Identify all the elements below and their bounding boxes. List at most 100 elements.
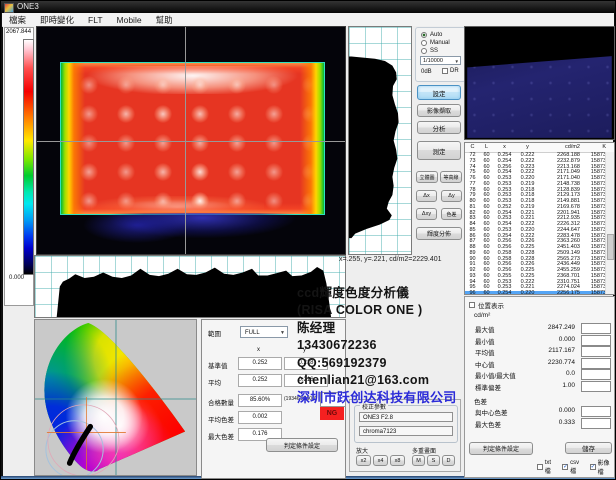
judge-condition-button-2[interactable]: 判定條件設定 — [266, 438, 338, 452]
shutter-select[interactable]: 1/10000 ▼ — [420, 56, 461, 65]
column-header-x: x — [257, 347, 260, 353]
solid-view-button[interactable]: 立體圖 — [416, 171, 438, 183]
header-C: C — [465, 143, 480, 152]
judgement-panel: 範圍 FULL ▼ x y 基準值 0.252 0.218 平均 0.252 0… — [201, 319, 346, 479]
zoom-x8-button[interactable]: x8 — [390, 455, 405, 466]
title-bar[interactable]: ONE3 — [1, 1, 615, 13]
stat-threshold-box[interactable] — [581, 381, 611, 392]
radio-label: SS — [430, 48, 438, 54]
menu-item-2[interactable]: FLT — [81, 15, 109, 25]
stat-threshold-box[interactable] — [581, 358, 611, 369]
chevron-down-icon: ▼ — [280, 327, 285, 339]
capture-button[interactable]: 影像擷取 — [417, 104, 461, 117]
cell: 60 — [480, 291, 493, 295]
menu-item-0[interactable]: 檔案 — [2, 14, 33, 26]
radio-auto[interactable]: Auto — [421, 31, 442, 39]
file-checkbox-影像檔[interactable]: ✓影像檔 — [590, 458, 614, 476]
delta-y-button[interactable]: Δy — [441, 190, 462, 202]
heatmap-panel-image — [60, 62, 325, 215]
cie-chromaticity-diagram[interactable] — [34, 319, 197, 476]
set-button[interactable]: 設定 — [417, 85, 461, 100]
average-y-field[interactable]: 0.216 — [284, 374, 328, 387]
lens-field[interactable]: ONE3 F2.8 — [359, 412, 453, 422]
table-row[interactable]: 96600.2540.2202256.17515873 — [465, 291, 614, 295]
range-select[interactable]: FULL ▼ — [240, 326, 288, 338]
analyze-button[interactable]: 分析 — [417, 121, 461, 134]
file-checkbox-txt檔[interactable]: txt檔 — [537, 460, 556, 475]
crosshair-horizontal[interactable] — [37, 141, 345, 142]
average-x-field[interactable]: 0.252 — [238, 374, 282, 387]
position-display-label: 位置表示 — [478, 300, 504, 310]
scrollbar-thumb[interactable] — [607, 234, 614, 260]
stat-threshold-box[interactable] — [581, 323, 611, 334]
judge-condition-button[interactable]: 判定條件設定 — [469, 442, 533, 455]
checkbox-label: 影像檔 — [598, 458, 614, 476]
radio-ss[interactable]: SS — [421, 47, 438, 55]
radio-icon[interactable] — [421, 40, 427, 46]
stat-value: 0.0 — [520, 370, 575, 377]
menu-bar: 檔案即時變化FLTMobile幫助 — [2, 13, 614, 27]
scale-max-value: 2067.844 — [6, 29, 31, 35]
stat-value: 2847.249 — [520, 324, 575, 331]
chroma-field[interactable]: chroma7123 — [359, 426, 453, 436]
reference-y-field[interactable]: 0.218 — [284, 357, 328, 370]
cell: 96 — [465, 291, 480, 295]
reference-x-field[interactable]: 0.252 — [238, 357, 282, 370]
header-cd/m2: cd/m2 — [539, 143, 584, 152]
dr-checkbox[interactable] — [442, 68, 448, 74]
app-icon — [4, 3, 14, 13]
checkbox-icon[interactable]: ✓ — [562, 464, 568, 470]
color-diff-button[interactable]: 色差 — [441, 208, 462, 220]
multi-s-button[interactable]: S — [427, 455, 440, 466]
stat-label: 平均值 — [475, 347, 495, 357]
multi-d-button[interactable]: D — [442, 455, 455, 466]
chevron-down-icon: ▼ — [455, 57, 459, 66]
luminance-heatmap-view[interactable] — [36, 26, 346, 255]
stat-label: 中心值 — [475, 359, 495, 369]
heatmap-blue-reflection-2 — [77, 215, 197, 249]
delta-xy-button[interactable]: Δxy — [416, 208, 437, 220]
zoom-x4-button[interactable]: x4 — [373, 455, 388, 466]
position-display-row[interactable]: 位置表示 — [469, 300, 504, 310]
luminance-dist-button[interactable]: 輝度分佈 — [416, 227, 462, 240]
checkbox-icon[interactable] — [537, 464, 543, 470]
radio-manual[interactable]: Manual — [421, 39, 450, 47]
table-scrollbar[interactable] — [605, 152, 614, 294]
checkbox-icon[interactable]: ✓ — [590, 464, 596, 470]
table-body: 72600.2540.2222268.1881587373600.2540.22… — [465, 153, 614, 295]
save-button[interactable]: 儲存 — [565, 442, 612, 454]
color-stat-threshold-box[interactable] — [581, 418, 611, 429]
stat-threshold-box[interactable] — [581, 369, 611, 380]
horizontal-profile-histogram — [34, 255, 346, 318]
menu-item-3[interactable]: Mobile — [110, 15, 149, 25]
radio-icon[interactable] — [421, 32, 427, 38]
dr-checkbox-row[interactable]: DR — [442, 68, 459, 74]
stat-threshold-box[interactable] — [581, 346, 611, 357]
gain-label: 0dB — [421, 69, 432, 75]
contour-button[interactable]: 等高線 — [440, 171, 462, 183]
menu-item-1[interactable]: 即時變化 — [33, 14, 81, 26]
measurement-table[interactable]: CLxycd/m2K 72600.2540.2222268.1881587373… — [464, 142, 615, 295]
stat-threshold-box[interactable] — [581, 335, 611, 346]
multi-m-button[interactable]: M — [412, 455, 425, 466]
menu-item-4[interactable]: 幫助 — [149, 14, 180, 26]
preview-panel-image — [465, 27, 614, 139]
measure-button[interactable]: 測定 — [417, 141, 461, 160]
header-K: K — [584, 143, 608, 152]
radio-icon[interactable] — [421, 48, 427, 54]
heatmap-edge-gradient — [61, 63, 324, 214]
zoom-x2-button[interactable]: x2 — [356, 455, 371, 466]
color-diff-section-label: 色差 — [474, 396, 487, 406]
file-checkbox-csv檔[interactable]: ✓csv檔 — [562, 460, 584, 475]
calibration-panel: 校正參數 ONE3 F2.8 chroma7123 放大 x2 x4 x8 多重… — [349, 399, 461, 472]
calibration-group-label: 校正參數 — [360, 402, 388, 411]
camera-preview[interactable] — [464, 26, 615, 140]
stat-value: 2117.167 — [520, 347, 575, 354]
delta-x-button[interactable]: Δx — [416, 190, 437, 202]
header-y: y — [516, 143, 539, 152]
color-stat-value: 0.000 — [520, 407, 575, 414]
dr-label: DR — [450, 68, 459, 74]
cell: 0.254 — [493, 291, 516, 295]
position-display-checkbox[interactable] — [469, 302, 475, 308]
color-stat-threshold-box[interactable] — [581, 406, 611, 417]
